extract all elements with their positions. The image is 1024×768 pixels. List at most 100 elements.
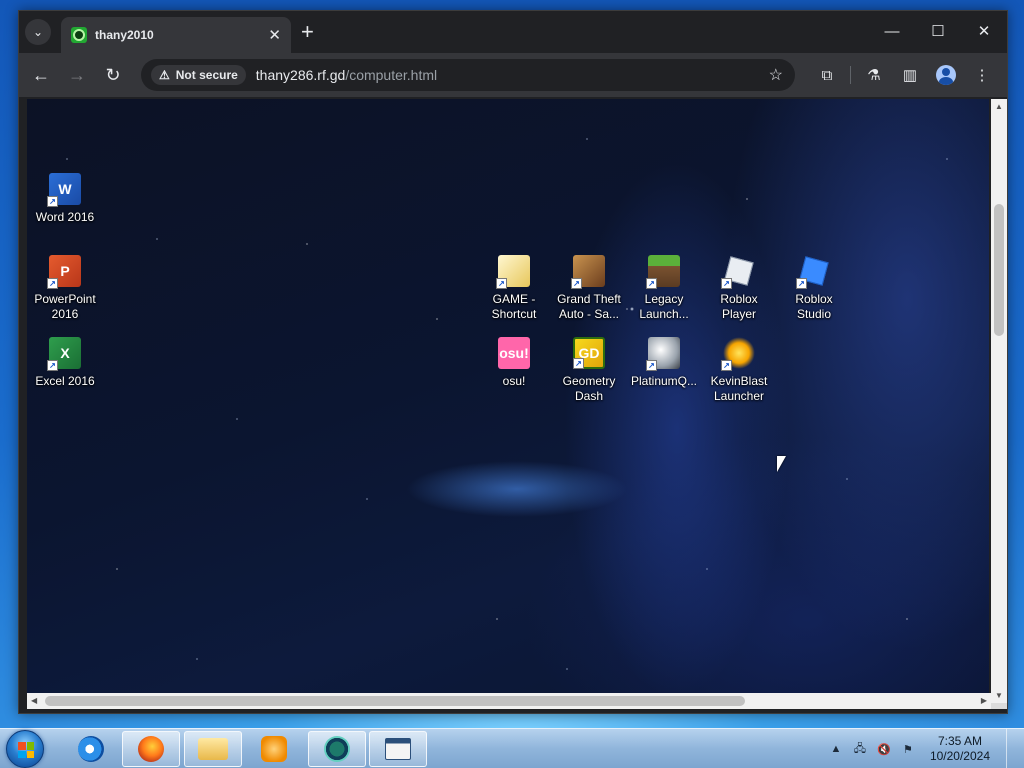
desktop-icon-word-2016[interactable]: W ↗ Word 2016 xyxy=(27,173,103,225)
desktop-icon-label: GAME - Shortcut xyxy=(491,292,537,321)
taskbar-file-explorer[interactable] xyxy=(184,731,242,767)
desktop-icon-kevinblast-launcher[interactable]: ↗ KevinBlast Launcher xyxy=(701,337,777,404)
scroll-left-arrow-icon[interactable]: ◀ xyxy=(31,696,37,705)
forward-button[interactable]: → xyxy=(59,59,95,91)
start-button[interactable] xyxy=(6,730,44,768)
desktop-icon-label: Geometry Dash xyxy=(562,374,616,403)
desktop-icon-label: PlatinumQ... xyxy=(630,374,698,388)
profile-button[interactable] xyxy=(929,59,963,91)
desktop-icon-legacy-launcher[interactable]: ↗ Legacy Launch... xyxy=(626,255,702,322)
new-tab-button[interactable]: + xyxy=(301,21,314,43)
minimize-button[interactable]: — xyxy=(869,11,915,51)
reload-icon: ↻ xyxy=(105,64,121,85)
tab-active[interactable]: thany2010 ✕ xyxy=(61,17,291,53)
security-label: Not secure xyxy=(175,68,238,82)
desktop-icon-platinumq[interactable]: ↗ PlatinumQ... xyxy=(626,337,702,389)
show-desktop-button[interactable] xyxy=(1006,729,1016,768)
taskbar: ▲ 🖧 🔇 ⚑ 7:35 AM 10/20/2024 xyxy=(0,728,1024,768)
url-path: /computer.html xyxy=(345,67,438,83)
network-icon[interactable]: 🖧 xyxy=(852,741,868,757)
desktop-icon-excel-2016[interactable]: X ↗ Excel 2016 xyxy=(27,337,103,389)
tab-strip: ⌄ thany2010 ✕ + — ☐ ✕ xyxy=(19,11,1007,53)
maximize-button[interactable]: ☐ xyxy=(915,11,961,51)
action-center-flag-icon[interactable]: ⚑ xyxy=(900,741,916,757)
scroll-up-arrow-icon[interactable]: ▲ xyxy=(995,102,1003,111)
roblox-studio-icon: ↗ xyxy=(796,255,830,289)
tab-search-button[interactable]: ⌄ xyxy=(25,19,51,45)
arrow-left-icon: ← xyxy=(32,64,50,85)
chevron-down-icon: ⌄ xyxy=(32,25,44,39)
roblox-icon: ↗ xyxy=(721,255,755,289)
geometry-dash-icon: GD ↗ xyxy=(573,337,605,369)
vertical-scrollbar[interactable]: ▲ ▼ xyxy=(991,99,1007,703)
web-page-desktop[interactable]: W ↗ Word 2016 P ↗ PowerPoint 2016 X ↗ Excel… xyxy=(27,99,989,693)
platinum-orb-icon: ↗ xyxy=(646,337,680,371)
taskbar-browser-app[interactable] xyxy=(308,731,366,767)
desktop-icon-label: Excel 2016 xyxy=(35,374,95,388)
toolbar-separator xyxy=(850,66,851,84)
folder-shortcut-icon: ↗ xyxy=(496,255,530,289)
desktop-icon-label: osu! xyxy=(502,374,526,388)
clock-date: 10/20/2024 xyxy=(929,749,990,763)
horizontal-scroll-thumb[interactable] xyxy=(45,696,745,706)
back-button[interactable]: ← xyxy=(23,59,59,91)
desktop-icon-roblox-studio[interactable]: ↗ Roblox Studio xyxy=(776,255,852,322)
osu-icon: osu! xyxy=(498,337,530,369)
vertical-scroll-thumb[interactable] xyxy=(994,204,1004,336)
browser-toolbar: ← → ↻ ⚠ Not secure thany286.rf.gd/comput… xyxy=(19,53,1007,97)
security-chip[interactable]: ⚠ Not secure xyxy=(151,65,246,85)
menu-kebab-icon[interactable]: ⋮ xyxy=(965,59,999,91)
labs-flask-icon[interactable]: ⚗ xyxy=(857,59,891,91)
warning-triangle-icon: ⚠ xyxy=(159,68,170,82)
desktop-icon-osu[interactable]: osu! osu! xyxy=(476,337,552,389)
horizontal-scrollbar[interactable]: ◀ ▶ xyxy=(27,693,991,709)
minecraft-block-icon: ↗ xyxy=(646,255,680,289)
extensions-puzzle-icon[interactable]: ⧉ xyxy=(810,59,844,91)
desktop-icon-gta-sa[interactable]: ↗ Grand Theft Auto - Sa... xyxy=(551,255,627,322)
taskbar-firefox[interactable] xyxy=(122,731,180,767)
firefox-icon xyxy=(138,736,164,762)
taskbar-media-player[interactable] xyxy=(245,731,303,767)
desktop-icon-label: Roblox Studio xyxy=(795,292,833,321)
side-panel-icon[interactable]: ▥ xyxy=(893,59,927,91)
desktop-icon-game-shortcut[interactable]: ↗ GAME - Shortcut xyxy=(476,255,552,322)
desktop-icon-roblox-player[interactable]: ↗ Roblox Player xyxy=(701,255,777,322)
scroll-right-arrow-icon[interactable]: ▶ xyxy=(981,696,987,705)
site-favicon-icon xyxy=(71,27,87,43)
desktop-icon-geometry-dash[interactable]: GD ↗ Geometry Dash xyxy=(551,337,627,404)
kevinblast-burst-icon: ↗ xyxy=(721,337,755,371)
reload-button[interactable]: ↻ xyxy=(95,59,131,91)
tab-close-icon[interactable]: ✕ xyxy=(268,26,281,44)
arrow-right-icon: → xyxy=(68,64,86,85)
taskbar-window-app[interactable] xyxy=(369,731,427,767)
desktop-icon-label: Word 2016 xyxy=(35,210,95,224)
browser-window: ⌄ thany2010 ✕ + — ☐ ✕ ← → ↻ ⚠ Not secure… xyxy=(18,10,1008,714)
mouse-pointer-icon xyxy=(777,456,786,472)
desktop-icon-label: KevinBlast Launcher xyxy=(710,374,768,403)
folder-icon xyxy=(198,738,228,760)
gta-icon: ↗ xyxy=(571,255,605,289)
address-bar[interactable]: ⚠ Not secure thany286.rf.gd/computer.htm… xyxy=(141,59,795,91)
clock[interactable]: 7:35 AM 10/20/2024 xyxy=(930,734,990,764)
internet-explorer-icon xyxy=(78,736,104,762)
bookmark-star-icon[interactable]: ☆ xyxy=(769,65,783,85)
url-text[interactable]: thany286.rf.gd/computer.html xyxy=(256,67,437,83)
desktop-icon-label: PowerPoint 2016 xyxy=(34,292,96,321)
show-hidden-icons-chevron-icon[interactable]: ▲ xyxy=(828,741,844,757)
desktop-icon-label: Grand Theft Auto - Sa... xyxy=(557,292,621,321)
window-app-icon xyxy=(385,738,411,760)
volume-muted-icon[interactable]: 🔇 xyxy=(876,741,892,757)
clock-time: 7:35 AM xyxy=(937,734,982,748)
desktop-icon-label: Legacy Launch... xyxy=(639,292,689,321)
desktop-icon-label: Roblox Player xyxy=(720,292,758,321)
starfield-background xyxy=(27,99,989,693)
scroll-down-arrow-icon[interactable]: ▼ xyxy=(995,691,1003,700)
excel-icon: X ↗ xyxy=(47,337,81,371)
word-icon: W ↗ xyxy=(47,173,81,207)
powerpoint-icon: P ↗ xyxy=(47,255,81,289)
taskbar-internet-explorer[interactable] xyxy=(62,731,120,767)
close-window-button[interactable]: ✕ xyxy=(961,11,1007,51)
desktop-icon-powerpoint-2016[interactable]: P ↗ PowerPoint 2016 xyxy=(27,255,103,322)
window-controls: — ☐ ✕ xyxy=(869,11,1007,51)
browser-app-icon xyxy=(324,736,350,762)
